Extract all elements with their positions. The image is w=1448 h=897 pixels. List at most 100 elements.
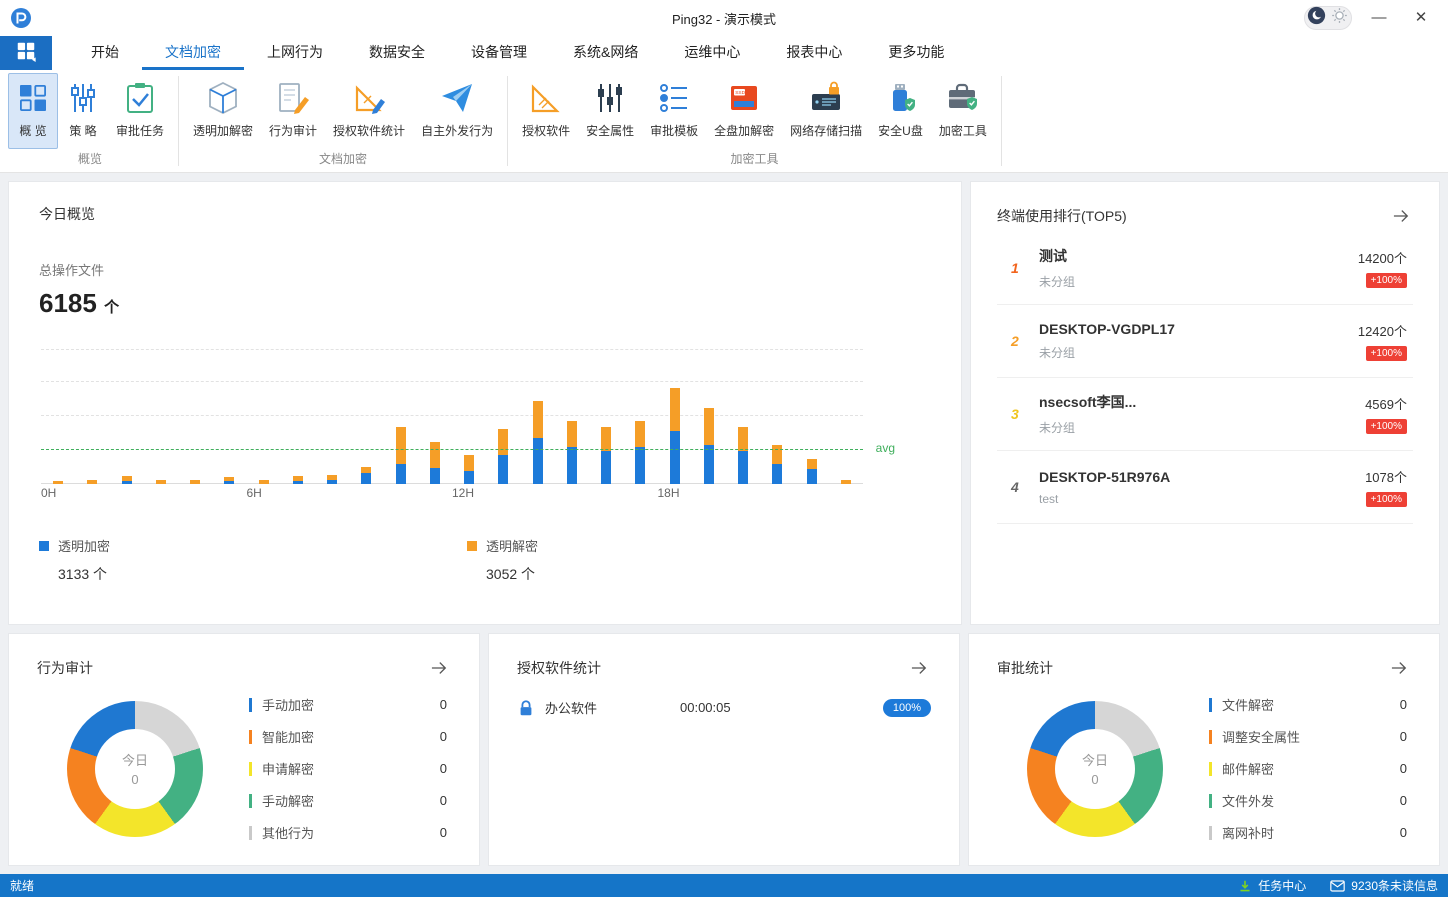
decrypt-bar-segment xyxy=(840,479,851,484)
close-button[interactable]: ✕ xyxy=(1406,6,1436,30)
security-attr-icon xyxy=(593,81,627,115)
arrow-right-icon[interactable] xyxy=(1387,656,1411,680)
theme-toggle[interactable] xyxy=(1304,6,1352,30)
bar-stack xyxy=(840,479,851,484)
group-separator xyxy=(507,76,509,166)
card-title: 终端使用排行(TOP5) xyxy=(997,208,1127,224)
legend-item: 文件解密 0 xyxy=(1209,695,1407,714)
ribbon-item[interactable]: 自主外发行为 xyxy=(413,73,501,149)
change-badge: +100% xyxy=(1365,346,1407,361)
software-row[interactable]: 办公软件 00:00:05 100% xyxy=(517,698,931,717)
ribbon-item[interactable]: 加密工具 xyxy=(931,73,995,149)
unread-messages-button[interactable]: 9230条未读信息 xyxy=(1330,877,1438,894)
encrypt-bar-segment xyxy=(464,470,475,484)
decrypt-legend-swatch xyxy=(467,540,477,551)
ribbon-item[interactable]: 授权软件 xyxy=(514,73,578,149)
terminal-rank-row[interactable]: 3 nsecsoft李国... 未分组 4569个 +100% xyxy=(997,378,1413,451)
ribbon-item[interactable]: 行为审计 xyxy=(261,73,325,149)
bar-column xyxy=(589,349,623,502)
bar-stack xyxy=(327,474,338,484)
hourly-bar-chart: avg 0H 6H 12H 18H xyxy=(41,349,895,502)
bar-stack xyxy=(635,420,646,484)
bar-chart-legend: 透明加密 3133 个 透明解密 3052 个 xyxy=(39,536,931,584)
ribbon-item[interactable]: 透明加解密 xyxy=(185,73,261,149)
ribbon-item[interactable]: 策 略 xyxy=(58,73,108,149)
legend-item: 文件外发 0 xyxy=(1209,791,1407,810)
ribbon-item-label: 授权软件统计 xyxy=(333,124,406,138)
bar-column xyxy=(212,349,246,502)
legend-label: 文件外发 xyxy=(1222,794,1275,809)
encrypt-legend-swatch xyxy=(39,540,49,551)
bar-column xyxy=(418,349,452,502)
ribbon-tab[interactable]: 文档加密 xyxy=(142,36,244,70)
group-separator xyxy=(178,76,180,166)
arrow-right-icon[interactable] xyxy=(907,656,931,680)
terminal-rank-row[interactable]: 1 测试 未分组 14200个 +100% xyxy=(997,232,1413,305)
legend-value: 0 xyxy=(1399,697,1407,712)
ribbon-tabs: 开始 文档加密 上网行为 数据安全 设备管理 系统&网络 运维中心 报表中心 更多功能 xyxy=(68,36,967,70)
ribbon-group-label: 加密工具 xyxy=(730,152,779,167)
legend-marker-icon xyxy=(1209,793,1212,808)
ribbon-item-label: 行为审计 xyxy=(269,124,318,138)
ribbon-item[interactable]: 网络存储扫描 xyxy=(782,73,870,149)
moon-icon[interactable] xyxy=(1307,6,1326,30)
minimize-button[interactable]: — xyxy=(1364,6,1394,30)
ribbon-tab[interactable]: 报表中心 xyxy=(763,36,865,70)
ribbon-tab[interactable]: 开始 xyxy=(68,36,142,70)
encrypt-bar-segment xyxy=(601,451,612,484)
decrypt-bar-segment xyxy=(464,455,475,471)
arrow-right-icon[interactable] xyxy=(427,656,451,680)
ribbon-tab[interactable]: 系统&网络 xyxy=(550,36,661,70)
legend-value: 0 xyxy=(439,761,447,776)
ribbon-item-label: 审批模板 xyxy=(650,124,699,138)
terminal-rank-row[interactable]: 2 DESKTOP-VGDPL17 未分组 12420个 +100% xyxy=(997,305,1413,378)
arrow-right-icon[interactable] xyxy=(1389,204,1413,228)
bar-stack xyxy=(292,476,303,484)
legend-value: 0 xyxy=(1399,825,1407,840)
sun-icon[interactable] xyxy=(1330,6,1349,30)
ribbon-tab[interactable]: 上网行为 xyxy=(244,36,346,70)
legend-value: 0 xyxy=(1399,729,1407,744)
terminal-group: 未分组 xyxy=(1039,346,1076,360)
legend-marker-icon xyxy=(249,761,252,776)
ribbon-tab[interactable]: 设备管理 xyxy=(448,36,550,70)
titlebar: Ping32 - 演示模式 — ✕ xyxy=(0,0,1448,36)
bar-stack xyxy=(190,480,201,484)
main-content: 今日概览 总操作文件 6185 个 avg 0H 6H 12H 18H 透明加密… xyxy=(0,173,1448,874)
task-center-button[interactable]: 任务中心 xyxy=(1238,877,1306,894)
encrypt-bar-segment xyxy=(669,431,680,484)
ribbon-item[interactable]: 审批任务 xyxy=(108,73,172,149)
legend-item: 申请解密 0 xyxy=(249,759,447,778)
bar-column xyxy=(795,349,829,502)
ribbon-tab[interactable]: 更多功能 xyxy=(865,36,967,70)
legend-marker-icon xyxy=(1209,825,1212,840)
ribbon-tab[interactable]: 运维中心 xyxy=(661,36,763,70)
bar-column xyxy=(623,349,657,502)
encrypt-bar-segment xyxy=(738,451,749,484)
legend-marker-icon xyxy=(1209,697,1212,712)
ribbon-tab[interactable]: 数据安全 xyxy=(346,36,448,70)
legend-item: 邮件解密 0 xyxy=(1209,759,1407,778)
ribbon-item[interactable]: 安全属性 xyxy=(578,73,642,149)
terminal-rank-row[interactable]: 4 DESKTOP-51R976A test 1078个 +100% xyxy=(997,451,1413,524)
bar-stack xyxy=(155,480,166,484)
bar-column xyxy=(178,349,212,502)
encrypt-bar-segment xyxy=(703,444,714,484)
statusbar: 就绪 任务中心 9230条未读信息 xyxy=(0,874,1448,897)
ribbon-item[interactable]: 安全U盘 xyxy=(870,73,931,149)
terminal-group: 未分组 xyxy=(1039,421,1076,435)
encrypt-bar-segment xyxy=(327,480,338,484)
bar-stack xyxy=(772,444,783,484)
legend-label: 透明加密 xyxy=(58,539,111,554)
bar-column xyxy=(384,349,418,502)
ribbon-item[interactable]: SSD 全盘加解密 xyxy=(706,73,782,149)
legend-item: 调整安全属性 0 xyxy=(1209,727,1407,746)
main-menu-button[interactable] xyxy=(0,36,52,70)
crypt-tools-icon xyxy=(946,81,980,115)
bar-column xyxy=(315,349,349,502)
ribbon-item[interactable]: 授权软件统计 xyxy=(325,73,413,149)
ribbon-item[interactable]: 概 览 xyxy=(8,73,58,150)
bar-column xyxy=(521,349,555,502)
ribbon-item[interactable]: 审批模板 xyxy=(642,73,706,149)
ribbon-item-label: 授权软件 xyxy=(522,124,571,138)
